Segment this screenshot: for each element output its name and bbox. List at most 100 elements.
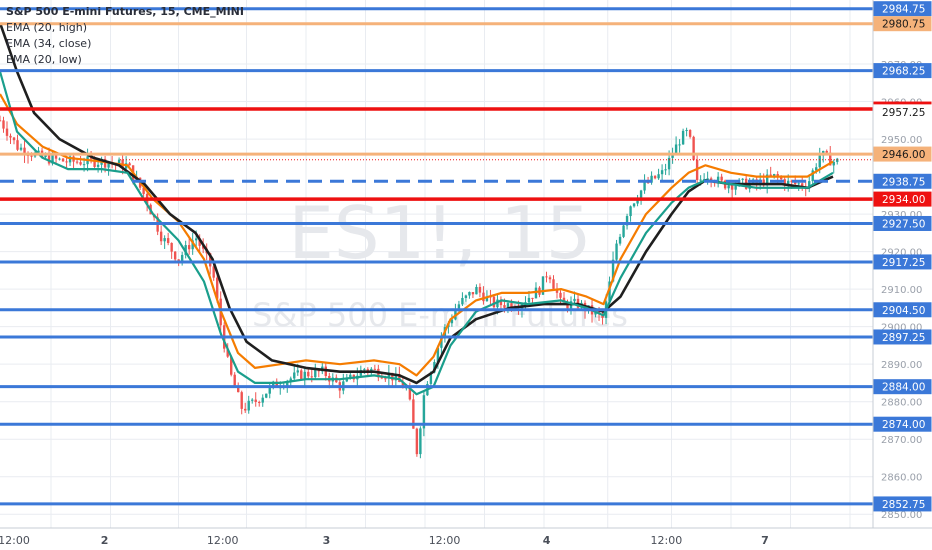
- price-tick-label: 2850.00: [881, 510, 922, 521]
- time-tick-label: 2: [101, 534, 109, 547]
- candle-body: [419, 428, 422, 455]
- price-label-2904-50[interactable]: 2904.50: [882, 305, 925, 317]
- price-tick-label: 2890.00: [881, 360, 922, 371]
- candle-body: [244, 408, 247, 411]
- price-label-2927-50[interactable]: 2927.50: [882, 218, 925, 230]
- price-label-2874-00[interactable]: 2874.00: [882, 419, 925, 431]
- candle-body: [727, 185, 730, 189]
- candle-body: [734, 185, 737, 190]
- candle-body: [5, 128, 9, 136]
- candle-body: [194, 238, 198, 241]
- candle-body: [527, 297, 531, 303]
- candle-body: [16, 140, 19, 150]
- time-tick-label: 3: [323, 534, 331, 547]
- candle-body: [254, 399, 257, 402]
- candle-body: [363, 369, 366, 371]
- candle-body: [836, 158, 839, 162]
- candle-body: [9, 135, 12, 138]
- time-axis[interactable]: 12:00 2 12:00 3 12:00 4 12:00 7: [0, 527, 932, 550]
- candle-body: [96, 164, 100, 167]
- candle-body: [79, 162, 82, 165]
- candle-body: [622, 225, 625, 237]
- time-tick-label: 12:00: [429, 534, 461, 547]
- candle-body: [173, 251, 177, 260]
- candle-body: [464, 295, 468, 298]
- price-axis[interactable]: 2850.002860.002870.002880.002890.002900.…: [872, 0, 932, 528]
- candle-body: [170, 242, 173, 252]
- candle-body: [685, 130, 688, 132]
- candle-body: [384, 378, 387, 380]
- price-label-2917-25[interactable]: 2917.25: [882, 257, 925, 269]
- candle-body: [699, 179, 702, 181]
- indicator-ema-low[interactable]: EMA (20, low): [6, 52, 244, 68]
- price-label-2957-25[interactable]: 2957.25: [882, 107, 925, 119]
- candle-body: [475, 286, 478, 295]
- candle-body: [657, 174, 660, 179]
- candle-body: [688, 130, 692, 137]
- candle-body: [107, 163, 110, 168]
- candle-body: [233, 374, 236, 387]
- price-label-2938-75[interactable]: 2938.75: [882, 176, 925, 188]
- price-tick-label: 2860.00: [881, 473, 922, 484]
- candle-body: [573, 298, 576, 302]
- candle-body: [643, 182, 646, 191]
- candle-body: [0, 120, 2, 122]
- price-chart[interactable]: ES1!, 15 S&P 500 E-mini Futures 2850.002…: [0, 0, 932, 550]
- candle-body: [159, 231, 163, 242]
- candle-body: [293, 372, 296, 379]
- candle-body: [478, 286, 482, 293]
- candle-body: [552, 279, 555, 289]
- candle-body: [251, 399, 254, 401]
- candle-body: [82, 164, 86, 166]
- candle-body: [730, 185, 734, 190]
- candle-body: [300, 370, 303, 380]
- time-tick-label: 7: [761, 534, 769, 547]
- candle-body: [545, 276, 548, 278]
- candle-body: [61, 158, 65, 162]
- price-label-2968-25[interactable]: 2968.25: [882, 66, 925, 78]
- candle-body: [468, 292, 471, 296]
- symbol-title: S&P 500 E-mini Futures, 15, CME_MINI: [6, 5, 244, 18]
- candle-body: [58, 158, 61, 160]
- price-tick-label: 2910.00: [881, 285, 922, 296]
- candle-body: [30, 155, 33, 157]
- candle-body: [2, 120, 5, 129]
- candle-body: [531, 297, 534, 299]
- price-label-2934-00[interactable]: 2934.00: [882, 194, 925, 206]
- candle-body: [618, 236, 622, 244]
- price-label-2946-00[interactable]: 2946.00: [882, 149, 925, 161]
- candle-body: [314, 369, 317, 378]
- candle-body: [632, 203, 636, 207]
- candle-body: [307, 371, 310, 377]
- candle-body: [548, 277, 552, 280]
- candle-body: [664, 169, 667, 171]
- price-tick-label: 2950.00: [881, 135, 922, 146]
- candle-body: [187, 245, 191, 250]
- indicator-ema-high[interactable]: EMA (20, high): [6, 20, 244, 36]
- candle-body: [818, 155, 821, 168]
- candle-body: [779, 177, 783, 180]
- price-label-2884-00[interactable]: 2884.00: [882, 382, 925, 394]
- candle-body: [559, 292, 562, 298]
- time-tick-label: 4: [543, 534, 551, 547]
- candle-body: [247, 400, 250, 411]
- candle-body: [296, 370, 299, 373]
- candle-body: [258, 401, 261, 403]
- candle-body: [615, 243, 618, 260]
- time-tick-label: 12:00: [0, 534, 30, 547]
- candle-body: [681, 130, 685, 145]
- price-label-2897-25[interactable]: 2897.25: [882, 332, 925, 344]
- candle-body: [265, 393, 268, 398]
- candle-body: [503, 305, 506, 308]
- indicator-ema-close[interactable]: EMA (34, close): [6, 36, 244, 52]
- time-tick-label: 12:00: [207, 534, 239, 547]
- candle-body: [653, 175, 657, 179]
- price-label-2984-75[interactable]: 2984.75: [882, 4, 925, 16]
- candle-body: [75, 161, 79, 163]
- price-tick-label: 2880.00: [881, 398, 922, 409]
- price-tick-label: 2870.00: [881, 435, 922, 446]
- candle-body: [471, 292, 475, 295]
- candle-body: [629, 206, 632, 217]
- price-label-2852-75[interactable]: 2852.75: [882, 499, 925, 511]
- price-label-2980-75[interactable]: 2980.75: [882, 19, 925, 31]
